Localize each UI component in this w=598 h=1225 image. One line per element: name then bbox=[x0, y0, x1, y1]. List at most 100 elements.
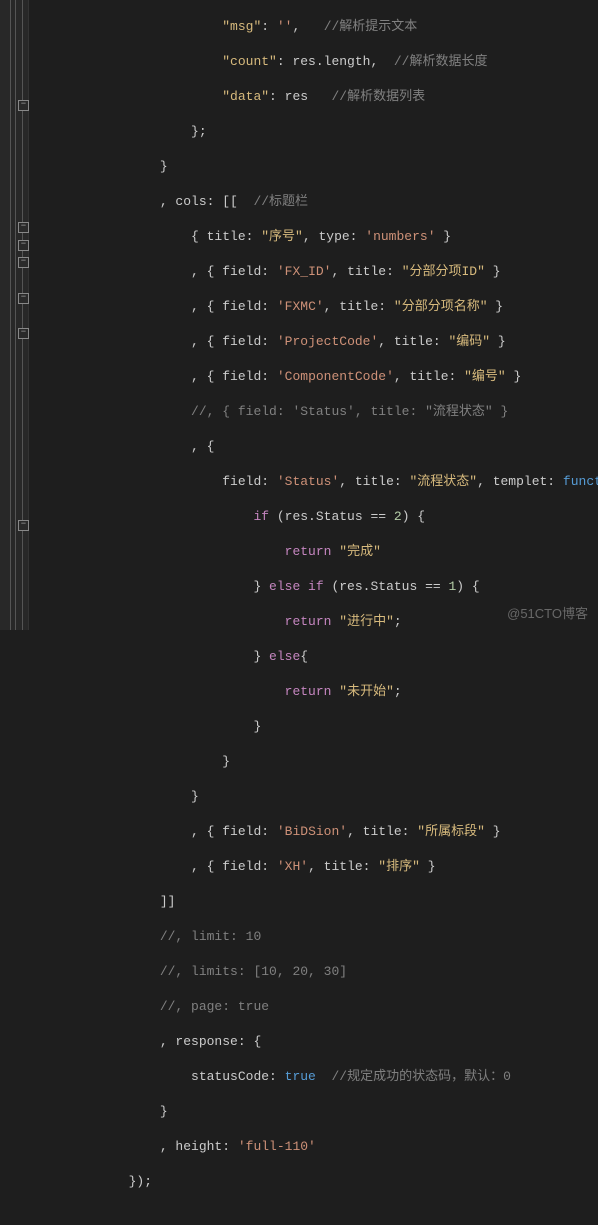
text: , title: bbox=[308, 859, 378, 874]
text: , templet: bbox=[477, 474, 563, 489]
text: : bbox=[261, 19, 277, 34]
text: '' bbox=[277, 19, 293, 34]
text: , { field: bbox=[191, 334, 277, 349]
code-editor[interactable]: − − − − − − − "msg": '', //解析提示文本 "count… bbox=[0, 0, 598, 630]
text: "msg" bbox=[222, 19, 261, 34]
watermark: @51CTO博客 bbox=[507, 605, 588, 623]
text: , type: bbox=[303, 229, 365, 244]
text: 'FXMC' bbox=[277, 299, 324, 314]
keyword: return bbox=[285, 614, 332, 629]
text: ) { bbox=[402, 509, 425, 524]
text: 'Status' bbox=[277, 474, 339, 489]
text: 'full-110' bbox=[238, 1139, 316, 1154]
text: , response: { bbox=[160, 1034, 261, 1049]
text: } bbox=[436, 229, 452, 244]
text: 'BiDSion' bbox=[277, 824, 347, 839]
text: 'FX_ID' bbox=[277, 264, 332, 279]
text: } bbox=[485, 824, 501, 839]
text: "分部分项ID" bbox=[402, 264, 485, 279]
text: "所属标段" bbox=[417, 824, 485, 839]
text: ; bbox=[394, 614, 402, 629]
text: } bbox=[222, 754, 230, 769]
text: } bbox=[191, 789, 199, 804]
text: ]] bbox=[160, 894, 176, 909]
text: }); bbox=[129, 1174, 152, 1189]
text: 'ComponentCode' bbox=[277, 369, 394, 384]
text: , title: bbox=[331, 264, 401, 279]
text: "编码" bbox=[449, 334, 491, 349]
keyword: function bbox=[563, 474, 598, 489]
text: "完成" bbox=[339, 544, 381, 559]
keyword: else if bbox=[269, 579, 324, 594]
keyword: else bbox=[269, 649, 300, 664]
text: "序号" bbox=[261, 229, 303, 244]
text: field: bbox=[222, 474, 277, 489]
text: , { field: bbox=[191, 824, 277, 839]
text: 'numbers' bbox=[365, 229, 435, 244]
keyword: return bbox=[285, 544, 332, 559]
text: (res.Status == bbox=[269, 509, 394, 524]
text: statusCode: bbox=[191, 1069, 285, 1084]
text: : res.length, bbox=[277, 54, 394, 69]
text: } bbox=[160, 1104, 168, 1119]
text: "分部分项名称" bbox=[394, 299, 488, 314]
text: } bbox=[506, 369, 522, 384]
text: , { field: bbox=[191, 369, 277, 384]
text: "流程状态" bbox=[409, 474, 477, 489]
text: , title: bbox=[347, 824, 417, 839]
code-content[interactable]: "msg": '', //解析提示文本 "count": res.length,… bbox=[29, 0, 598, 630]
fold-icon[interactable]: − bbox=[18, 240, 29, 251]
text: } bbox=[420, 859, 436, 874]
text: "编号" bbox=[464, 369, 506, 384]
comment: //, limit: 10 bbox=[160, 929, 261, 944]
comment: //解析数据列表 bbox=[331, 89, 425, 104]
fold-icon[interactable]: − bbox=[18, 257, 29, 268]
text: , title: bbox=[394, 369, 464, 384]
text: ; bbox=[394, 684, 402, 699]
text: , title: bbox=[324, 299, 394, 314]
text: , { field: bbox=[191, 264, 277, 279]
comment: //解析数据长度 bbox=[394, 54, 488, 69]
comment: //, limits: [10, 20, 30] bbox=[160, 964, 347, 979]
text: } bbox=[253, 579, 269, 594]
text: { title: bbox=[191, 229, 261, 244]
text: } bbox=[488, 299, 504, 314]
text: } bbox=[490, 334, 506, 349]
comment: //解析提示文本 bbox=[324, 19, 418, 34]
text: , title: bbox=[339, 474, 409, 489]
number: 2 bbox=[394, 509, 402, 524]
text: , height: bbox=[160, 1139, 238, 1154]
text bbox=[331, 684, 339, 699]
comment: //, page: true bbox=[160, 999, 269, 1014]
text: { bbox=[300, 649, 308, 664]
keyword: return bbox=[285, 684, 332, 699]
text: "data" bbox=[222, 89, 269, 104]
text: }; bbox=[191, 124, 207, 139]
text: 'ProjectCode' bbox=[277, 334, 378, 349]
text: , { field: bbox=[191, 859, 277, 874]
text: "排序" bbox=[378, 859, 420, 874]
text bbox=[316, 1069, 332, 1084]
gutter: − − − − − − − bbox=[0, 0, 29, 630]
comment: //, { field: 'Status', title: "流程状态" } bbox=[191, 404, 508, 419]
comment: //标题栏 bbox=[253, 194, 308, 209]
text: } bbox=[253, 649, 269, 664]
keyword: if bbox=[253, 509, 269, 524]
text: } bbox=[253, 719, 261, 734]
fold-icon[interactable]: − bbox=[18, 328, 29, 339]
fold-icon[interactable]: − bbox=[18, 293, 29, 304]
text: "count" bbox=[222, 54, 277, 69]
text: , cols: [[ bbox=[160, 194, 254, 209]
text: : res bbox=[269, 89, 331, 104]
text: , { field: bbox=[191, 299, 277, 314]
fold-icon[interactable]: − bbox=[18, 222, 29, 233]
fold-icon[interactable]: − bbox=[18, 520, 29, 531]
text: } bbox=[485, 264, 501, 279]
comment: //规定成功的状态码，默认：0 bbox=[331, 1069, 510, 1084]
text: , title: bbox=[378, 334, 448, 349]
text: 'XH' bbox=[277, 859, 308, 874]
fold-icon[interactable]: − bbox=[18, 100, 29, 111]
text: (res.Status == bbox=[324, 579, 449, 594]
text: ) { bbox=[456, 579, 479, 594]
text: , { bbox=[191, 439, 214, 454]
